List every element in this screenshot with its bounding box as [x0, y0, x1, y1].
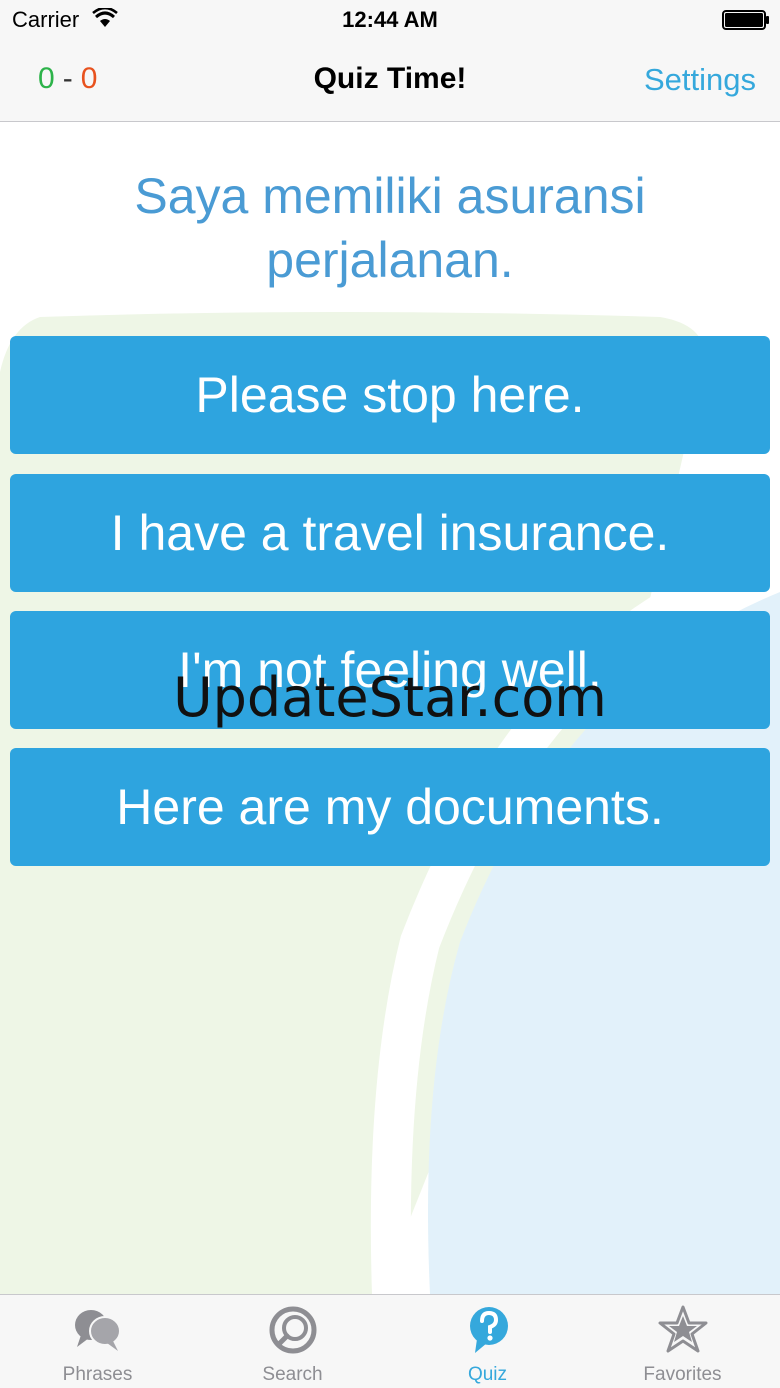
magnifier-icon	[269, 1306, 317, 1354]
tab-favorites[interactable]: Favorites	[585, 1295, 780, 1388]
navigation-bar: 0-0 Quiz Time! Settings	[0, 40, 780, 122]
answer-button-1[interactable]: Please stop here.	[10, 336, 770, 454]
tab-bar: Phrases Search Quiz Favorites	[0, 1294, 780, 1388]
status-bar: Carrier 12:44 AM	[0, 0, 780, 40]
quiz-question: Saya memiliki asuransi perjalanan.	[134, 168, 646, 288]
watermark: UpdateStar.com	[173, 666, 607, 729]
tab-favorites-label: Favorites	[643, 1364, 722, 1385]
tab-search-label: Search	[262, 1364, 323, 1385]
tab-quiz-label: Quiz	[467, 1364, 508, 1385]
question-bubble-icon	[470, 1307, 508, 1353]
answer-button-2[interactable]: I have a travel insurance.	[10, 474, 770, 592]
tab-phrases[interactable]: Phrases	[0, 1295, 195, 1388]
tab-search[interactable]: Search	[195, 1295, 390, 1388]
settings-button[interactable]: Settings	[644, 62, 756, 98]
answer-button-4[interactable]: Here are my documents.	[10, 748, 770, 866]
clock: 12:44 AM	[342, 7, 438, 32]
star-icon	[658, 1305, 708, 1353]
tab-quiz[interactable]: Quiz	[390, 1295, 585, 1388]
speech-bubbles-icon	[75, 1310, 121, 1351]
tab-phrases-label: Phrases	[62, 1364, 133, 1385]
battery-icon	[722, 10, 769, 30]
